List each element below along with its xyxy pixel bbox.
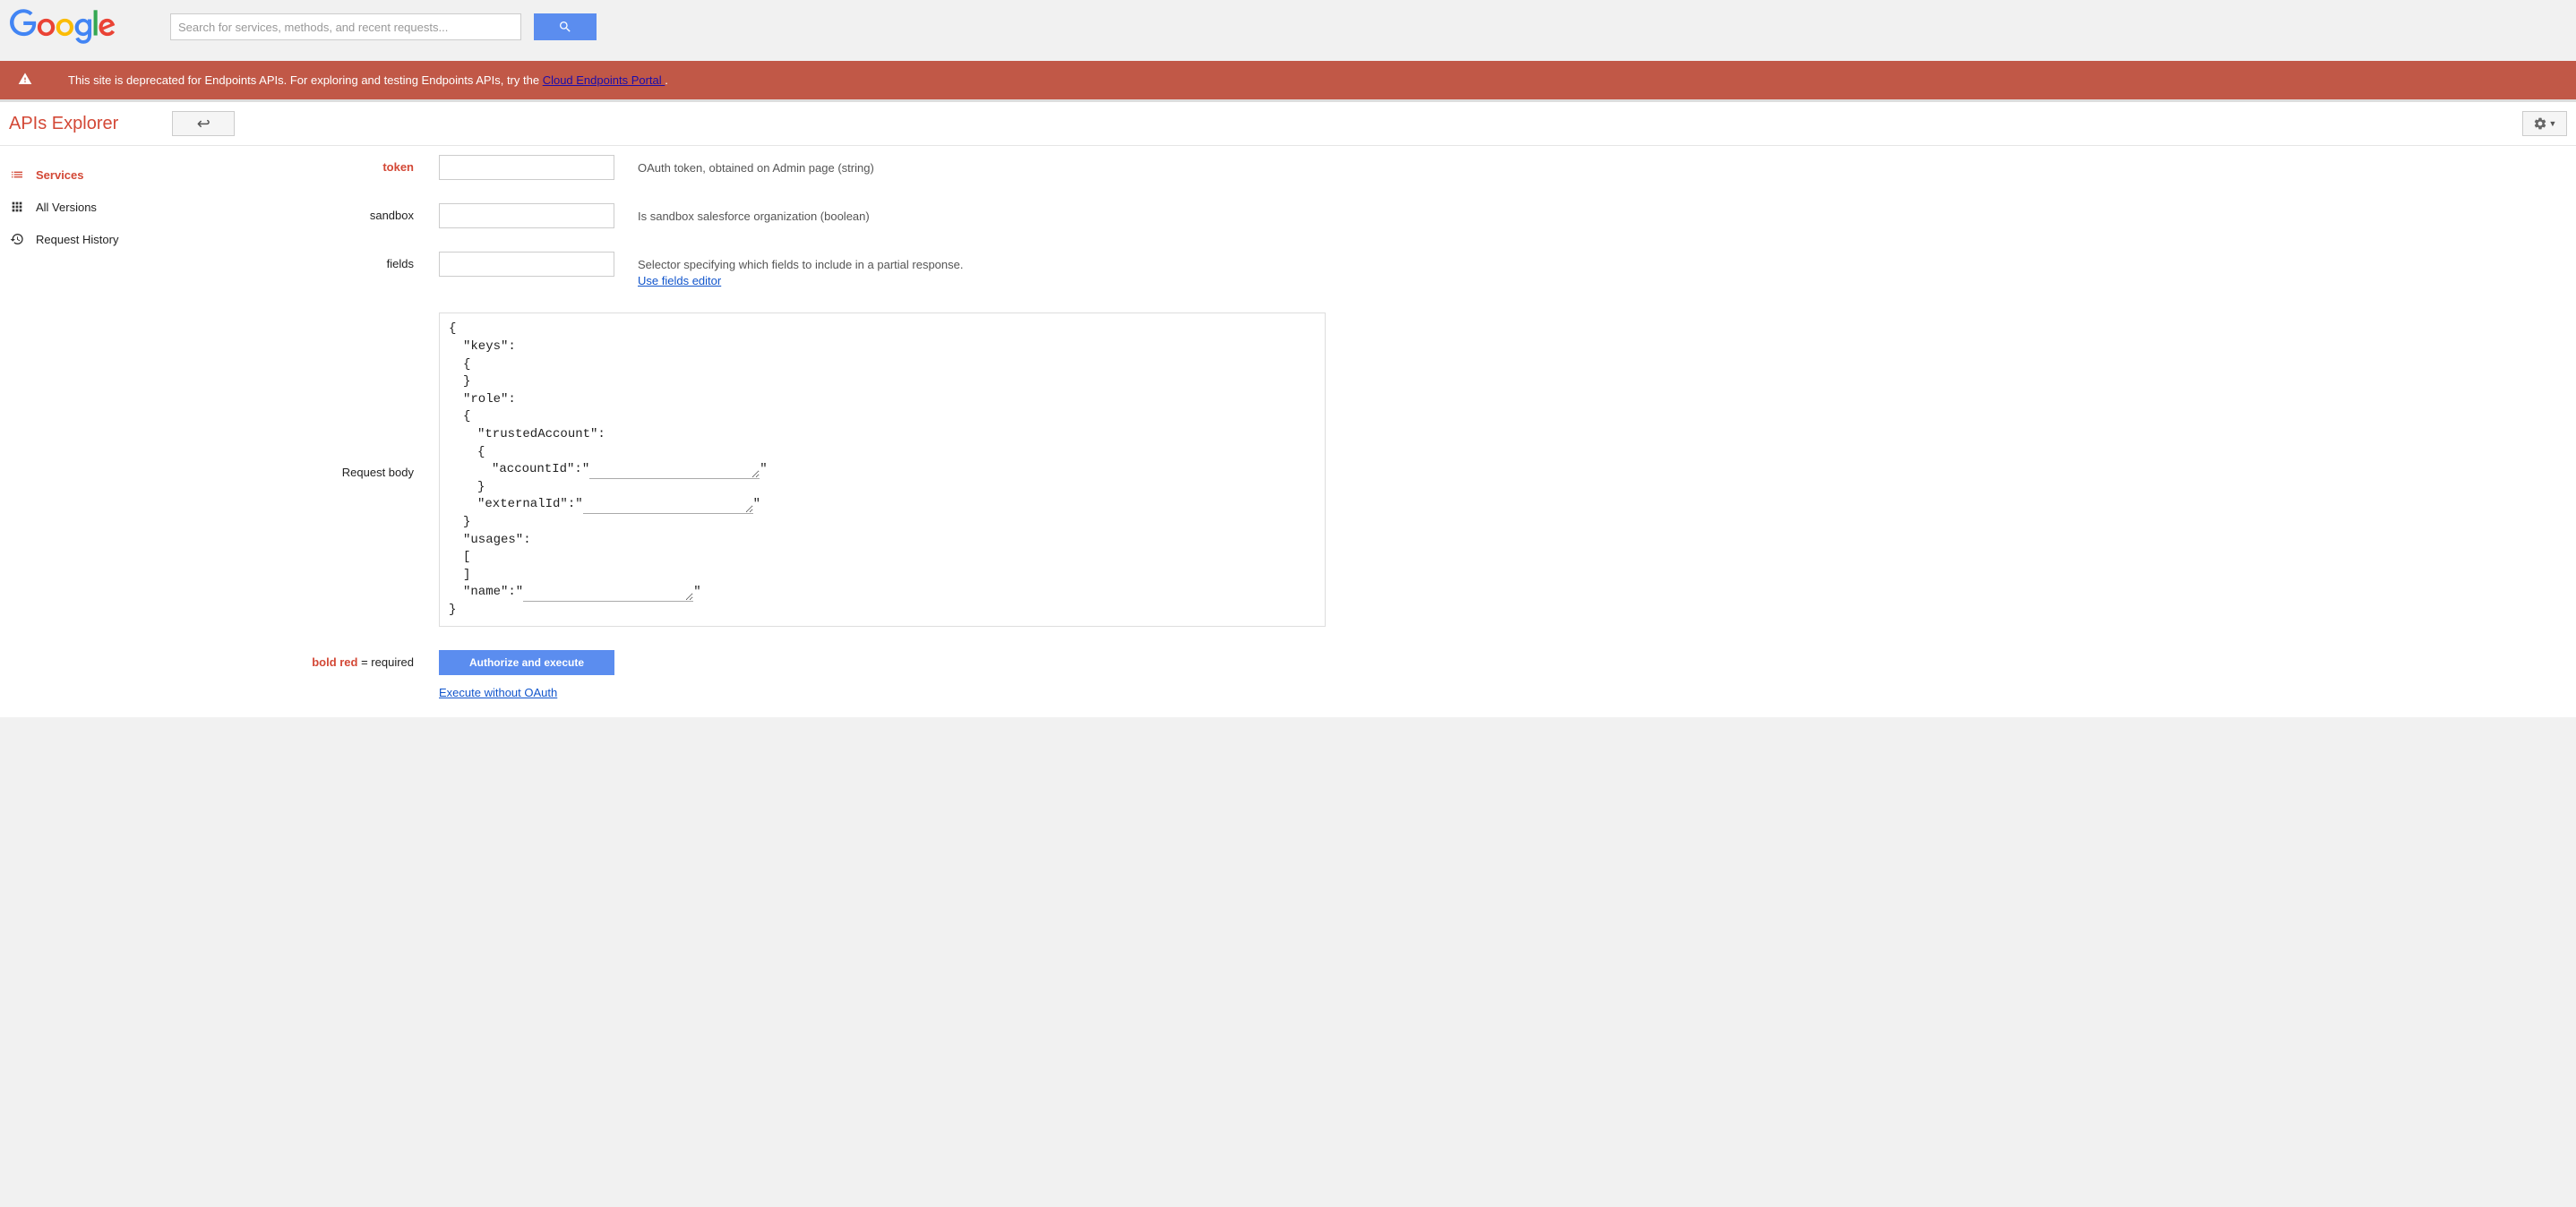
use-fields-editor-link[interactable]: Use fields editor	[638, 274, 721, 287]
required-text: = required	[357, 655, 414, 669]
cloud-endpoints-portal-link[interactable]: Cloud Endpoints Portal	[543, 73, 665, 87]
settings-button[interactable]: ▼	[2522, 111, 2567, 136]
sidebar-item-label: All Versions	[36, 201, 97, 214]
form-row-token: token OAuth token, obtained on Admin pag…	[251, 155, 2558, 180]
form-row-sandbox: sandbox Is sandbox salesforce organizati…	[251, 203, 2558, 228]
json-quote: "	[693, 585, 700, 599]
gear-icon	[2533, 116, 2547, 131]
authorize-execute-button[interactable]: Authorize and execute	[439, 650, 614, 675]
execute-without-oauth-link[interactable]: Execute without OAuth	[439, 686, 557, 699]
sidebar: Services All Versions Request History	[0, 146, 251, 717]
back-button[interactable]: ↩	[172, 111, 235, 136]
form-row-request-body: Request body { "keys": { } "role": { "tr…	[251, 312, 2558, 627]
json-quote: "	[753, 497, 760, 511]
fields-input[interactable]	[439, 252, 614, 277]
sidebar-item-label: Services	[36, 168, 84, 182]
titlebar: APIs Explorer ↩ ▼	[0, 102, 2576, 146]
sandbox-desc: Is sandbox salesforce organization (bool…	[638, 203, 870, 225]
footer-actions: Authorize and execute Execute without OA…	[439, 650, 614, 699]
form-label-request-body: Request body	[251, 460, 439, 479]
token-input[interactable]	[439, 155, 614, 180]
banner-text-before: This site is deprecated for Endpoints AP…	[68, 73, 543, 87]
header	[0, 0, 2576, 61]
sidebar-item-request-history[interactable]: Request History	[9, 223, 242, 255]
google-logo	[9, 9, 116, 45]
back-arrow-icon: ↩	[197, 115, 210, 133]
grid-icon	[9, 200, 25, 214]
deprecation-banner: This site is deprecated for Endpoints AP…	[0, 61, 2576, 102]
request-body-editor[interactable]: { "keys": { } "role": { "trustedAccount"…	[439, 312, 1326, 627]
sidebar-item-services[interactable]: Services	[9, 158, 242, 191]
json-name-key: "name":"	[463, 585, 523, 599]
search-input[interactable]	[170, 13, 521, 40]
sandbox-input[interactable]	[439, 203, 614, 228]
chevron-down-icon: ▼	[2549, 119, 2557, 128]
footer-row: bold red = required Authorize and execut…	[251, 650, 2558, 699]
json-usages-key: "usages":	[449, 532, 1316, 550]
form-label-sandbox: sandbox	[251, 203, 439, 222]
form-label-token: token	[251, 155, 439, 174]
fields-desc: Selector specifying which fields to incl…	[638, 252, 963, 289]
required-legend: bold red = required	[251, 650, 439, 669]
accountid-input[interactable]	[589, 463, 760, 479]
warning-icon	[18, 72, 32, 89]
main-content: Services All Versions Request History to…	[0, 146, 2576, 717]
page-title: APIs Explorer	[9, 114, 118, 134]
json-trustedaccount-key: "trustedAccount":	[449, 426, 1316, 444]
json-role-key: "role":	[449, 391, 1316, 409]
fields-desc-text: Selector specifying which fields to incl…	[638, 258, 963, 271]
json-quote: "	[760, 462, 767, 476]
search-container	[170, 13, 597, 40]
name-input[interactable]	[523, 586, 693, 602]
sidebar-item-all-versions[interactable]: All Versions	[9, 191, 242, 223]
form-row-fields: fields Selector specifying which fields …	[251, 252, 2558, 289]
form-label-fields: fields	[251, 252, 439, 270]
json-accountid-key: "accountId":"	[492, 462, 589, 476]
sidebar-item-label: Request History	[36, 233, 118, 246]
list-icon	[9, 167, 25, 182]
history-icon	[9, 232, 25, 246]
json-keys-key: "keys":	[449, 338, 1316, 356]
search-button[interactable]	[534, 13, 597, 40]
form-content: token OAuth token, obtained on Admin pag…	[251, 146, 2576, 717]
banner-text: This site is deprecated for Endpoints AP…	[68, 73, 668, 87]
banner-text-after: .	[665, 73, 668, 87]
token-desc: OAuth token, obtained on Admin page (str…	[638, 155, 874, 176]
search-icon	[558, 20, 572, 34]
bold-red-text: bold red	[312, 655, 357, 669]
externalid-input[interactable]	[583, 498, 753, 514]
json-externalid-key: "externalId":"	[477, 497, 583, 511]
